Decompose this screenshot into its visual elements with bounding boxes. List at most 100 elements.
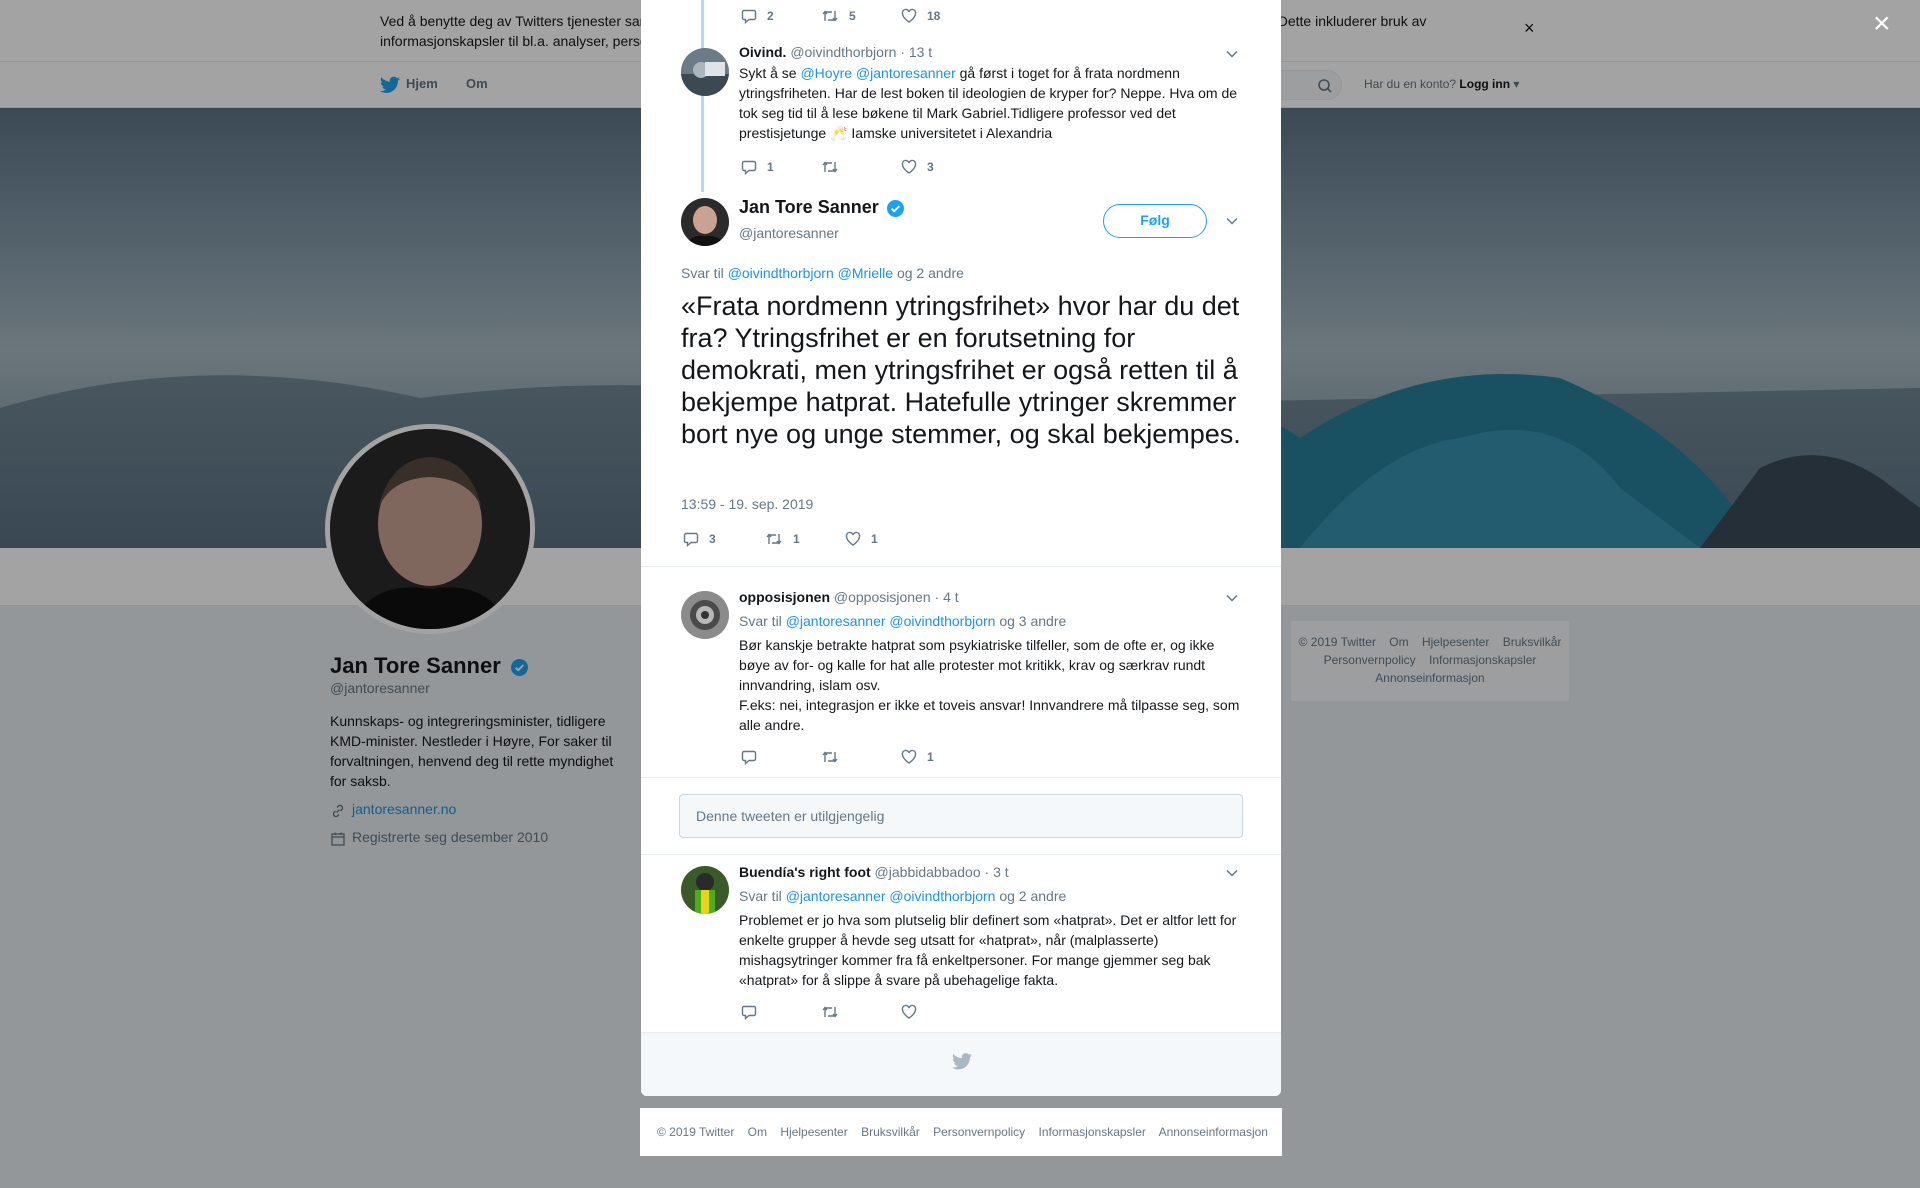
mention-link[interactable]: @jantoresanner — [786, 888, 886, 904]
reply-icon — [741, 9, 757, 24]
retweet-icon — [822, 1006, 838, 1018]
footer-terms[interactable]: Bruksvilkår — [861, 1125, 920, 1139]
reply-icon — [741, 750, 757, 765]
reply-others[interactable]: og 2 andre — [897, 265, 964, 281]
twitter-bird-icon — [952, 1053, 972, 1070]
mention-link[interactable]: @Mrielle — [838, 265, 893, 281]
mention-link[interactable]: @oivindthorbjorn — [889, 888, 995, 904]
tweet-header: Buendía's right foot @jabbidabbadoo · 3 … — [739, 864, 1009, 880]
heart-icon — [901, 159, 917, 174]
follow-button[interactable]: Følg — [1103, 204, 1207, 238]
reply-button[interactable]: 3 — [683, 531, 765, 547]
avatar-image — [681, 48, 729, 96]
reply-icon — [683, 532, 699, 547]
retweet-button[interactable] — [821, 1004, 901, 1020]
mention-link[interactable]: @jantoresanner — [786, 613, 886, 629]
tweet-actions: 1 3 — [741, 159, 981, 175]
footer-privacy[interactable]: Personvernpolicy — [933, 1125, 1025, 1139]
reply-button[interactable]: 1 — [741, 159, 821, 175]
mention-link[interactable]: @oivindthorbjorn — [889, 613, 995, 629]
author-name[interactable]: opposisjonen — [739, 589, 830, 605]
chevron-down-icon[interactable] — [1226, 217, 1238, 225]
tweet-modal: 2 5 18 Oivind. @oivindthorbjorn · 13 t S… — [641, 0, 1281, 1096]
avatar[interactable] — [681, 591, 729, 639]
avatar[interactable] — [681, 866, 729, 914]
chevron-down-icon[interactable] — [1226, 869, 1238, 877]
tweet-time[interactable]: · 3 t — [985, 864, 1009, 880]
prev-tweet-actions: 2 5 18 — [741, 8, 981, 24]
tweet-text: Problemet er jo hva som plutselig blir d… — [739, 912, 1237, 988]
tweet-time[interactable]: · 13 t — [900, 44, 932, 60]
footer-help[interactable]: Hjelpesenter — [780, 1125, 847, 1139]
mention-link[interactable]: @jantoresanner — [856, 65, 956, 81]
author-name[interactable]: Jan Tore Sanner — [739, 197, 879, 217]
retweet-count: 5 — [849, 9, 856, 23]
retweet-button[interactable] — [821, 749, 901, 765]
tweet-time[interactable]: · 4 t — [935, 589, 959, 605]
author-handle[interactable]: @oivindthorbjorn — [790, 44, 896, 60]
retweet-count: 1 — [793, 532, 800, 546]
divider — [641, 777, 1281, 778]
chevron-down-icon[interactable] — [1226, 50, 1238, 58]
main-tweet-actions: 3 1 1 — [683, 531, 925, 547]
chevron-down-icon[interactable] — [1226, 594, 1238, 602]
like-count: 1 — [927, 750, 934, 764]
retweet-icon — [822, 10, 838, 22]
reply-icon — [741, 160, 757, 175]
like-button[interactable]: 3 — [901, 159, 981, 175]
reply-prefix: Svar til — [681, 265, 724, 281]
tweet-text-paragraph: F.eks: nei, integrasjon er ikke et tovei… — [739, 697, 1240, 733]
tweet-text-part: Iamske universitetet i Alexandria — [847, 125, 1053, 141]
reply-context: Svar til @jantoresanner @oivindthorbjorn… — [739, 613, 1066, 629]
like-button[interactable]: 18 — [901, 8, 981, 24]
reply-count: 1 — [767, 160, 774, 174]
like-button[interactable] — [901, 1004, 981, 1020]
author-name[interactable]: Oivind. — [739, 44, 786, 60]
reply-prefix: Svar til — [739, 888, 782, 904]
page-footer: © 2019 Twitter Om Hjelpesenter Bruksvilk… — [640, 1108, 1282, 1156]
emoji: 🥂 — [830, 125, 848, 141]
tweet-timestamp[interactable]: 13:59 - 19. sep. 2019 — [681, 496, 813, 512]
reply-context: Svar til @oivindthorbjorn @Mrielle og 2 … — [681, 265, 964, 281]
author-handle[interactable]: @jantoresanner — [739, 225, 839, 241]
retweet-icon — [822, 751, 838, 763]
like-button[interactable]: 1 — [845, 531, 925, 547]
footer-cookies[interactable]: Informasjonskapsler — [1039, 1125, 1146, 1139]
retweet-icon — [822, 161, 838, 173]
like-count: 3 — [927, 160, 934, 174]
retweet-button[interactable]: 5 — [821, 8, 901, 24]
main-tweet-text: «Frata nordmenn ytringsfrihet» hvor har … — [681, 291, 1241, 449]
author-handle[interactable]: @opposisjonen — [834, 589, 931, 605]
retweet-button[interactable]: 1 — [765, 531, 845, 547]
avatar-image — [681, 198, 729, 246]
avatar[interactable] — [681, 48, 729, 96]
footer-about[interactable]: Om — [748, 1125, 767, 1139]
like-count: 18 — [927, 9, 941, 23]
reply-button[interactable] — [741, 1004, 821, 1020]
close-icon[interactable]: × — [1873, 9, 1891, 39]
divider — [641, 566, 1281, 567]
like-button[interactable]: 1 — [901, 749, 981, 765]
main-author-row: Jan Tore Sanner — [739, 197, 904, 218]
heart-icon — [901, 8, 917, 23]
author-handle[interactable]: @jabbidabbadoo — [875, 864, 981, 880]
tweet-actions — [741, 1004, 981, 1020]
retweet-button[interactable] — [821, 159, 901, 175]
reply-count: 2 — [767, 9, 774, 23]
mention-link[interactable]: @oivindthorbjorn — [728, 265, 834, 281]
reply-count: 3 — [709, 532, 716, 546]
reply-button[interactable]: 2 — [741, 8, 821, 24]
reply-others[interactable]: og 2 andre — [999, 888, 1066, 904]
reply-prefix: Svar til — [739, 613, 782, 629]
retweet-icon — [766, 533, 782, 545]
footer-copyright: © 2019 Twitter — [657, 1125, 735, 1139]
tweet-header: opposisjonen @opposisjonen · 4 t — [739, 589, 959, 605]
footer-ads[interactable]: Annonseinformasjon — [1159, 1125, 1268, 1139]
tweet-text: Bør kanskje betrakte hatprat som psykiat… — [739, 635, 1249, 735]
like-count: 1 — [871, 532, 878, 546]
author-name[interactable]: Buendía's right foot — [739, 864, 871, 880]
avatar[interactable] — [681, 198, 729, 246]
reply-button[interactable] — [741, 749, 821, 765]
reply-others[interactable]: og 3 andre — [999, 613, 1066, 629]
mention-link[interactable]: @Hoyre — [800, 65, 852, 81]
